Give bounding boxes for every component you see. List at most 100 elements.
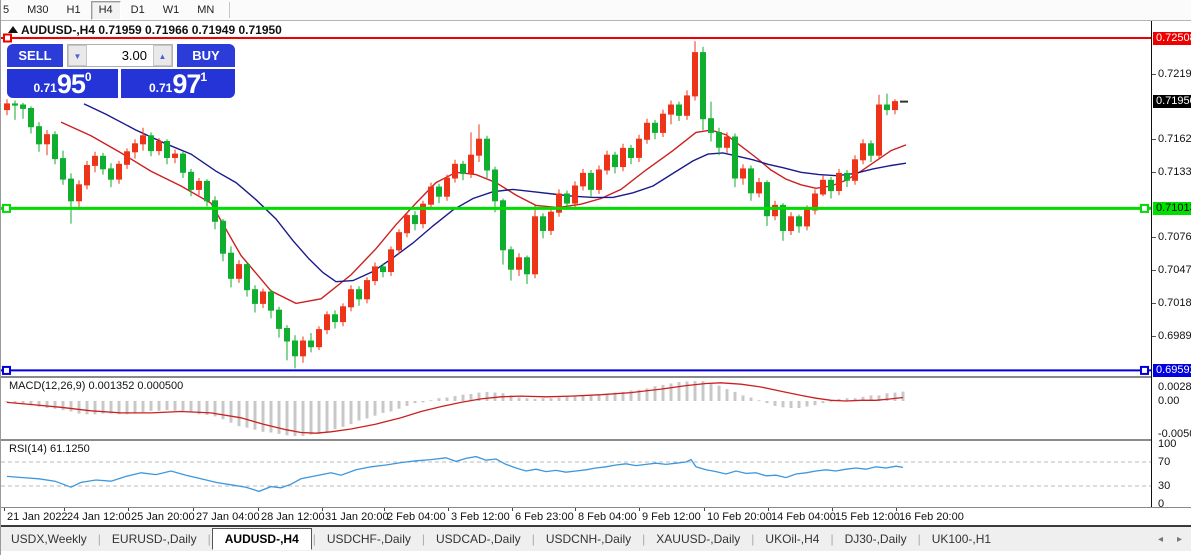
timeframe-d1-button[interactable]: D1 [123,1,153,20]
macd-histogram-bar [438,398,441,401]
time-label: 8 Feb 04:00 [578,511,637,523]
support-line-handle[interactable] [3,205,10,212]
chart-tabbar: USDX,Weekly|EURUSD-,Daily|AUDUSD-,H4|USD… [1,527,1191,551]
time-label: 28 Jan 12:00 [261,511,325,523]
candle [653,120,658,139]
chart-tab-xauusd-daily[interactable]: XAUUSD-,Daily [646,528,750,550]
chart-tab-eurusd-daily[interactable]: EURUSD-,Daily [102,528,207,550]
timeframe-h1-button[interactable]: H1 [59,1,89,20]
scale-tick-label: 0.70185 [1158,297,1191,309]
lower-line-handle[interactable] [1141,367,1148,374]
chart-tab-usdcnh-daily[interactable]: USDCNH-,Daily [536,528,641,550]
candle [301,337,306,363]
sell-price-sup: 0 [85,69,92,84]
rsi-pane-divider[interactable] [1,439,1191,442]
macd-histogram-bar [318,401,321,434]
macd-histogram-bar [342,401,345,427]
time-label: 3 Feb 12:00 [451,511,510,523]
sell-button[interactable]: SELL [7,44,63,67]
volume-increase-button[interactable]: ▲ [153,45,172,66]
tabs-scroll-right-icon[interactable]: ▸ [1177,534,1182,545]
candle [21,103,26,119]
sell-price-panel[interactable]: 0.71950 [7,69,118,98]
candle [477,124,482,162]
candle [357,286,362,305]
candle [237,260,242,283]
macd-histogram-bar [62,401,65,410]
volume-field[interactable]: 3.00 [87,45,153,66]
time-axis[interactable]: 21 Jan 202224 Jan 12:0025 Jan 20:0027 Ja… [1,507,1191,525]
candle [837,169,842,195]
rsi-scale-100: 100 [1158,438,1176,450]
chart-region[interactable]: AUDUSD-,H4 0.71959 0.71966 0.71949 0.719… [1,21,1191,524]
volume-decrease-button[interactable]: ▼ [68,45,87,66]
candle [141,128,146,151]
candle [469,132,474,178]
buy-price-prefix: 0.71 [149,81,172,98]
price-scale[interactable]: 0.721950.716200.713350.707600.704700.701… [1152,21,1191,524]
toolbar-separator [229,2,230,18]
candle [493,167,498,213]
resistance-line-handle[interactable] [4,35,11,42]
macd-histogram-bar [518,398,521,402]
chart-tab-ukoil-h4[interactable]: UKOil-,H4 [755,528,829,550]
timeframe-m30-button[interactable]: M30 [19,1,56,20]
scale-tick-label: 0.70470 [1158,264,1191,276]
candle [701,47,706,130]
candle [365,277,370,303]
candle [717,128,722,155]
chart-tab-usdcad-daily[interactable]: USDCAD-,Daily [426,528,531,550]
price-marker-resistance: 0.72508 [1153,32,1191,45]
buy-button[interactable]: BUY [177,44,235,67]
candle [605,151,610,175]
candle [845,170,850,187]
macd-histogram-bar [774,401,777,406]
rsi-pane-canvas[interactable] [1,441,1151,506]
candle [661,110,666,137]
macd-histogram-bar [670,384,673,402]
macd-histogram-bar [654,386,657,401]
one-click-trade-widget: SELL ▼ 3.00 ▲ BUY 0.71950 0.71971 [7,44,235,98]
macd-histogram-bar [686,381,689,401]
price-marker-current: 0.71950 [1153,95,1191,108]
tabs-scroll-left-icon[interactable]: ◂ [1158,534,1163,545]
candle [333,310,338,328]
candle [813,189,818,214]
candle [669,101,674,125]
macd-histogram-bar [710,383,713,401]
macd-histogram-bar [830,401,833,402]
support-line-handle[interactable] [1141,205,1148,212]
time-label: 31 Jan 20:00 [325,511,389,523]
candle [317,326,322,350]
macd-pane-divider[interactable] [1,376,1191,379]
lower-line-handle[interactable] [3,367,10,374]
chart-tab-usdchf-daily[interactable]: USDCHF-,Daily [317,528,421,550]
chart-tab-dj30-daily[interactable]: DJ30-,Daily [835,528,917,550]
chart-tab-uk100-h1[interactable]: UK100-,H1 [922,528,1001,550]
time-label: 10 Feb 20:00 [707,511,772,523]
chart-tab-audusd-h4[interactable]: AUDUSD-,H4 [212,528,312,550]
timeframe-mn-button[interactable]: MN [189,1,222,20]
candle [285,325,290,360]
time-label: 9 Feb 12:00 [642,511,701,523]
macd-histogram-bar [726,389,729,401]
candle [437,184,442,203]
macd-histogram-bar [558,398,561,402]
candle [573,181,578,207]
candle [229,246,234,287]
buy-price-panel[interactable]: 0.71971 [121,69,235,98]
time-label: 21 Jan 2022 [7,511,68,523]
macd-histogram-bar [430,400,433,401]
macd-histogram-bar [718,386,721,401]
candle [453,160,458,183]
timeframe-h4-button[interactable]: H4 [91,1,121,20]
macd-histogram-bar [70,401,73,412]
candle [13,101,18,120]
timeframe-m5-button[interactable]: 5 [0,1,17,20]
time-tick [4,508,5,511]
chart-tab-usdx-weekly[interactable]: USDX,Weekly [1,528,97,550]
candle [389,246,394,276]
candle [677,102,682,121]
macd-histogram-bar [222,401,225,419]
timeframe-w1-button[interactable]: W1 [155,1,188,20]
